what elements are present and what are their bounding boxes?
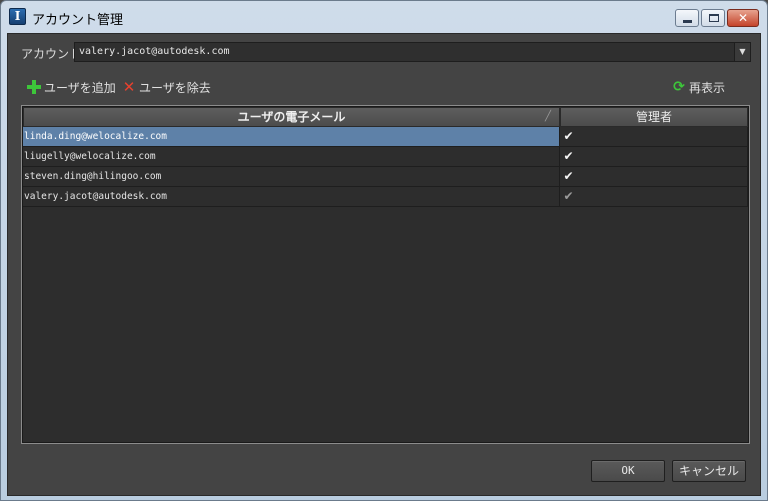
refresh-label: 再表示	[689, 80, 726, 95]
account-dropdown[interactable]: valery.jacot@autodesk.com ▼	[74, 42, 751, 62]
app-icon: I	[9, 8, 26, 25]
minimize-button[interactable]	[675, 9, 699, 27]
column-header-admin-label: 管理者	[635, 110, 672, 124]
table-row[interactable]: liugelly@welocalize.com ✔	[23, 147, 748, 167]
table-row[interactable]: linda.ding@welocalize.com ✔	[23, 127, 748, 147]
dialog-body: アカウント: valery.jacot@autodesk.com ▼ ユーザを追…	[7, 33, 761, 496]
window-frame: I アカウント管理 ✕ アカウント: valery.jacot@autodesk…	[0, 0, 768, 501]
window-controls: ✕	[675, 9, 759, 27]
cancel-button[interactable]: キャンセル	[672, 460, 746, 482]
add-user-label: ユーザを追加	[44, 80, 116, 95]
plus-icon	[27, 80, 41, 94]
table-row[interactable]: valery.jacot@autodesk.com ✔	[23, 187, 748, 207]
admin-checkbox-disabled: ✔	[563, 189, 574, 203]
admin-cell: ✔	[560, 167, 748, 187]
admin-cell: ✔	[560, 127, 748, 147]
account-value: valery.jacot@autodesk.com	[79, 46, 230, 57]
admin-checkbox[interactable]: ✔	[562, 130, 575, 143]
email-cell[interactable]: linda.ding@welocalize.com	[23, 127, 560, 147]
refresh-icon: ⟳	[673, 79, 685, 95]
chevron-down-icon[interactable]: ▼	[734, 43, 750, 61]
refresh-button[interactable]: ⟳ 再表示	[672, 78, 725, 96]
column-header-email[interactable]: ユーザの電子メール ╱	[23, 107, 560, 127]
admin-cell: ✔	[560, 147, 748, 167]
maximize-icon	[709, 14, 719, 22]
table-header: ユーザの電子メール ╱ 管理者	[23, 107, 748, 127]
maximize-button[interactable]	[701, 9, 725, 27]
close-icon: ✕	[737, 11, 749, 25]
minimize-icon	[683, 20, 692, 23]
x-icon: ✕	[122, 78, 136, 96]
email-cell[interactable]: valery.jacot@autodesk.com	[23, 187, 560, 207]
admin-checkbox[interactable]: ✔	[562, 170, 575, 183]
admin-checkbox[interactable]: ✔	[562, 150, 575, 163]
remove-user-label: ユーザを除去	[139, 80, 211, 95]
add-user-button[interactable]: ユーザを追加	[27, 78, 116, 96]
column-header-admin[interactable]: 管理者	[560, 107, 748, 127]
column-header-email-label: ユーザの電子メール	[237, 110, 346, 124]
table-row[interactable]: steven.ding@hilingoo.com ✔	[23, 167, 748, 187]
admin-cell: ✔	[560, 187, 748, 207]
ok-button[interactable]: OK	[591, 460, 665, 482]
users-table: ユーザの電子メール ╱ 管理者 linda.ding@welocalize.co…	[21, 105, 750, 444]
title-bar[interactable]: I アカウント管理 ✕	[1, 1, 767, 33]
email-cell[interactable]: liugelly@welocalize.com	[23, 147, 560, 167]
sort-indicator-icon: ╱	[544, 111, 551, 122]
close-button[interactable]: ✕	[727, 9, 759, 27]
window-title: アカウント管理	[32, 13, 124, 28]
remove-user-button[interactable]: ✕ ユーザを除去	[122, 78, 211, 96]
email-cell[interactable]: steven.ding@hilingoo.com	[23, 167, 560, 187]
